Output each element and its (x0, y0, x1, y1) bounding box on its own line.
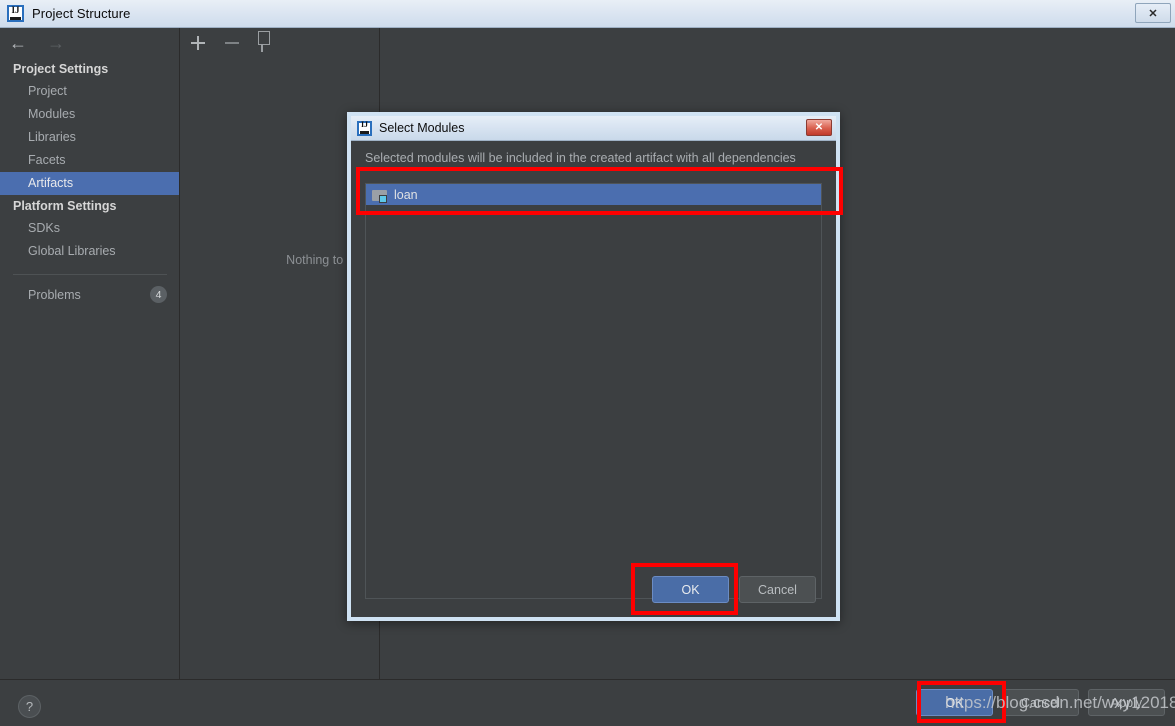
list-item[interactable]: loan (366, 184, 821, 205)
dialog-footer: OK Cancel (351, 565, 836, 617)
question-mark-icon[interactable]: ? (18, 695, 41, 718)
module-list[interactable]: loan (365, 183, 822, 599)
sidebar-divider (13, 274, 167, 275)
dialog-ok-button[interactable]: OK (652, 576, 729, 603)
dialog-close-button[interactable]: ✕ (806, 119, 832, 136)
artifacts-toolbar (181, 28, 379, 58)
sidebar-group-title-platform-settings: Platform Settings (13, 199, 117, 213)
module-folder-icon (372, 189, 387, 203)
window-titlebar: Project Structure ✕ (0, 0, 1175, 28)
dialog-titlebar: Select Modules ✕ (351, 116, 836, 141)
minus-icon[interactable] (223, 34, 241, 52)
sidebar-nav-arrows: ← → (0, 28, 179, 58)
sidebar-item-libraries[interactable]: Libraries (0, 126, 179, 149)
sidebar-item-facets[interactable]: Facets (0, 149, 179, 172)
select-modules-dialog: Select Modules ✕ Selected modules will b… (347, 112, 840, 621)
problems-count-badge: 4 (150, 286, 167, 303)
dialog-title: Select Modules (379, 121, 465, 135)
window-title: Project Structure (32, 6, 131, 21)
sidebar-item-project[interactable]: Project (0, 80, 179, 103)
intellij-idea-logo-icon (7, 5, 24, 22)
dialog-body: Selected modules will be included in the… (351, 141, 836, 617)
problems-label: Problems (28, 287, 81, 302)
sidebar-item-modules[interactable]: Modules (0, 103, 179, 126)
dialog-footer-buttons: OK Cancel (652, 576, 816, 603)
dialog-cancel-button[interactable]: Cancel (739, 576, 816, 603)
sidebar-group-title-project-settings: Project Settings (13, 62, 109, 76)
arrow-left-icon[interactable]: ← (9, 34, 27, 52)
sidebar-item-global-libraries[interactable]: Global Libraries (0, 240, 179, 263)
plus-icon[interactable] (189, 34, 207, 52)
window-close-button[interactable]: ✕ (1135, 3, 1171, 23)
dialog-hint-text: Selected modules will be included in the… (365, 151, 796, 165)
app-window: Project Structure ✕ ← → Project Settings… (0, 0, 1175, 726)
sidebar-item-sdks[interactable]: SDKs (0, 217, 179, 240)
sidebar-item-artifacts[interactable]: Artifacts (0, 172, 179, 195)
arrow-right-icon[interactable]: → (47, 34, 65, 52)
intellij-idea-logo-icon (357, 120, 372, 136)
sidebar-item-problems[interactable]: Problems 4 (0, 283, 179, 306)
module-name: loan (394, 187, 418, 202)
watermark-text: https://blog.csdn.net/wxy12018 (945, 693, 1175, 712)
copy-icon[interactable] (261, 33, 263, 52)
settings-sidebar: ← → Project Settings Project Modules Lib… (0, 28, 180, 718)
